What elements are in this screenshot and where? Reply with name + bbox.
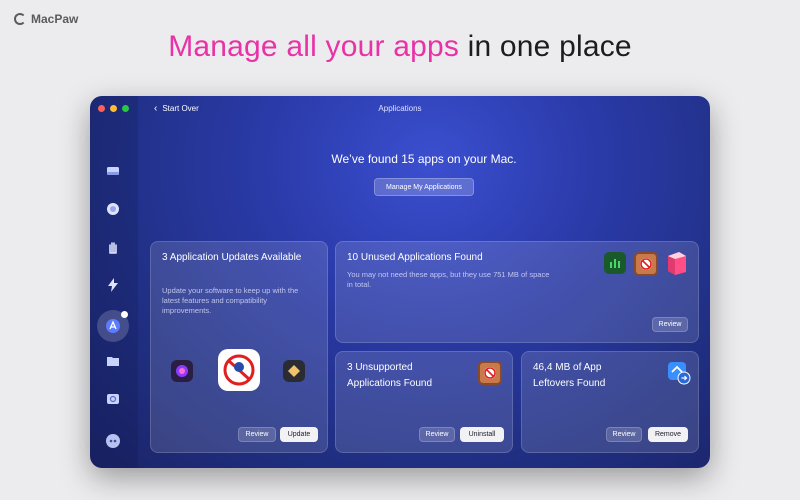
unused-app-icon-1 (604, 252, 626, 274)
unsupported-apps-card: 3 Unsupported Applications Found Review … (335, 351, 513, 453)
lightning-icon (108, 278, 118, 292)
sidebar-item-space-lens[interactable] (104, 390, 122, 408)
sidebar-item-assistant[interactable] (104, 432, 122, 450)
app-update-icon-3 (283, 360, 305, 382)
app-window: Applications ‹ Start Over We’ve found 15… (90, 96, 710, 468)
updates-card: 3 Application Updates Available Update y… (150, 241, 328, 453)
folder-icon (107, 357, 119, 366)
sidebar-item-privacy[interactable] (104, 238, 122, 256)
brand-logo: MacPaw (14, 12, 78, 26)
shield-ball-icon (107, 203, 119, 215)
updates-review-button[interactable]: Review (238, 427, 276, 442)
unused-review-button[interactable]: Review (652, 317, 688, 332)
drive-search-icon (107, 394, 119, 404)
updates-title: 3 Application Updates Available (162, 252, 302, 263)
headline-accent: Manage all your apps (168, 30, 460, 63)
hand-icon (109, 242, 117, 254)
unused-apps-card: 10 Unused Applications Found You may not… (335, 241, 699, 343)
brand-name: MacPaw (31, 12, 79, 26)
uninstall-button[interactable]: Uninstall (460, 427, 504, 442)
sidebar-item-applications[interactable] (97, 310, 129, 342)
sidebar-item-speed[interactable] (104, 276, 122, 294)
unused-app-icon-3 (665, 250, 689, 276)
headline: Manage all your apps in one place (0, 30, 800, 64)
headline-rest: in one place (459, 30, 632, 63)
assistant-icon (106, 434, 120, 448)
leftovers-review-button[interactable]: Review (606, 427, 642, 442)
apps-found-heading: We’ve found 15 apps on your Mac. (331, 152, 517, 166)
macpaw-logo-icon (14, 13, 26, 25)
leftovers-card: 46,4 MB of App Leftovers Found Review Re… (521, 351, 699, 453)
start-over-label: Start Over (162, 104, 199, 113)
sidebar-item-files[interactable] (104, 352, 122, 370)
app-update-icon-1 (171, 360, 193, 382)
start-over-button[interactable]: ‹ Start Over (154, 102, 199, 114)
leftovers-title: 46,4 MB of App Leftovers Found (533, 362, 606, 389)
unsupported-title: 3 Unsupported Applications Found (347, 362, 433, 389)
unused-app-icon-2 (634, 252, 658, 276)
updates-description: Update your software to keep up with the… (162, 286, 299, 315)
unused-description: You may not need these apps, but they us… (347, 270, 550, 289)
unused-title: 10 Unused Applications Found (347, 252, 483, 263)
unsupported-app-icon (478, 361, 502, 385)
applications-icon (106, 319, 120, 333)
sidebar-item-protection[interactable] (104, 200, 122, 218)
update-button[interactable]: Update (280, 427, 318, 442)
leftovers-app-icon (666, 360, 692, 386)
chevron-left-icon: ‹ (154, 102, 158, 114)
remove-button[interactable]: Remove (648, 427, 688, 442)
notification-dot (121, 311, 128, 318)
unsupported-review-button[interactable]: Review (419, 427, 455, 442)
manage-applications-button[interactable]: Manage My Applications (374, 178, 474, 196)
app-update-icon-2 (218, 349, 260, 391)
